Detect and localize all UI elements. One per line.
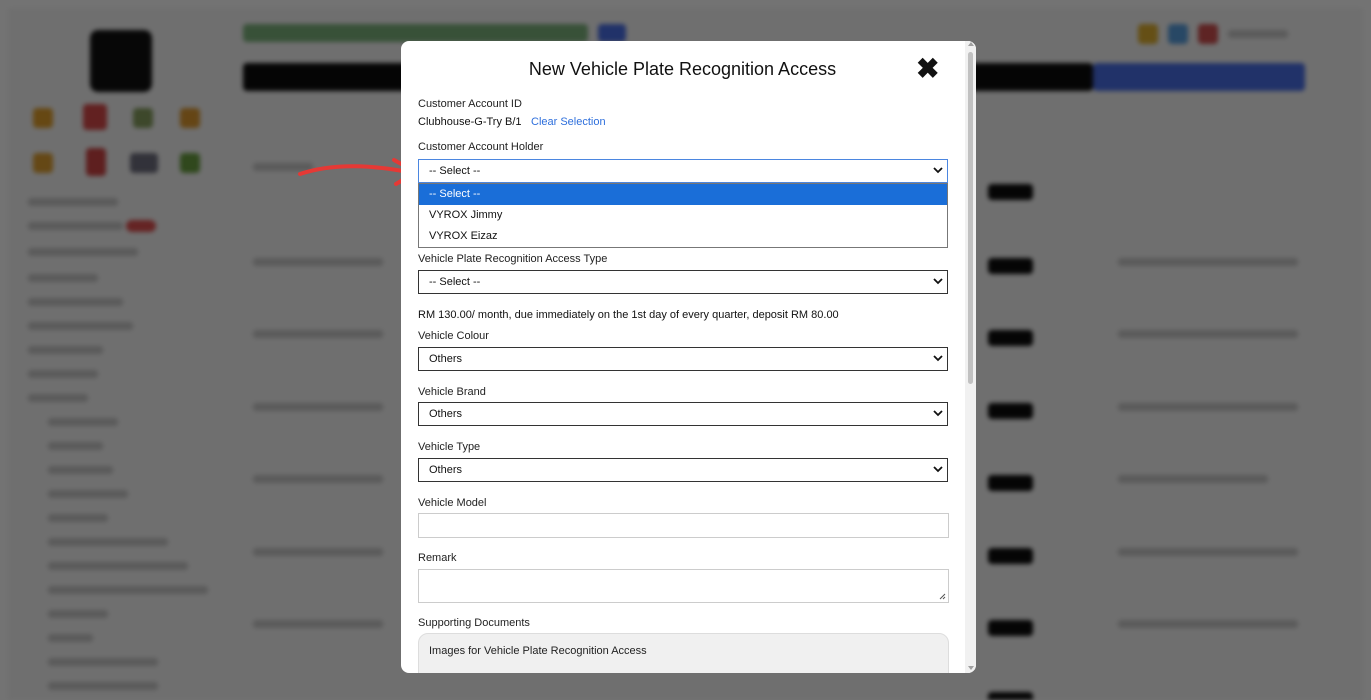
customer-account-id-label: Customer Account ID bbox=[418, 98, 522, 110]
access-type-selected: -- Select -- bbox=[429, 276, 481, 288]
vehicle-colour-select[interactable]: Others bbox=[418, 347, 948, 371]
customer-account-holder-dropdown: -- Select -- VYROX Jimmy VYROX Eizaz bbox=[418, 183, 948, 248]
chevron-down-icon bbox=[933, 167, 943, 174]
vehicle-model-label: Vehicle Model bbox=[418, 497, 487, 509]
vehicle-type-select[interactable]: Others bbox=[418, 458, 948, 482]
modal-body: New Vehicle Plate Recognition Access ✖ C… bbox=[401, 41, 964, 673]
modal-title: New Vehicle Plate Recognition Access bbox=[528, 59, 837, 79]
vehicle-type-selected: Others bbox=[429, 464, 463, 476]
scroll-up-icon[interactable] bbox=[968, 42, 974, 46]
pricing-note: RM 130.00/ month, due immediately on the… bbox=[418, 309, 839, 321]
dropdown-option[interactable]: -- Select -- bbox=[419, 184, 947, 205]
remark-label: Remark bbox=[418, 552, 457, 564]
close-icon[interactable]: ✖ bbox=[916, 55, 939, 83]
supporting-documents-caption: Images for Vehicle Plate Recognition Acc… bbox=[429, 645, 647, 657]
chevron-down-icon bbox=[933, 410, 943, 417]
vehicle-colour-selected: Others bbox=[429, 353, 463, 365]
access-type-label: Vehicle Plate Recognition Access Type bbox=[418, 253, 608, 265]
customer-account-holder-select[interactable]: -- Select -- bbox=[418, 159, 948, 183]
vehicle-brand-label: Vehicle Brand bbox=[418, 386, 486, 398]
clear-selection-link[interactable]: Clear Selection bbox=[531, 116, 606, 128]
dropdown-option[interactable]: VYROX Eizaz bbox=[419, 226, 947, 247]
chevron-down-icon bbox=[933, 278, 943, 285]
dropdown-option[interactable]: VYROX Jimmy bbox=[419, 205, 947, 226]
customer-account-holder-selected: -- Select -- bbox=[429, 165, 481, 177]
modal-scrollbar-thumb[interactable] bbox=[968, 52, 973, 384]
access-type-select[interactable]: -- Select -- bbox=[418, 270, 948, 294]
customer-account-holder-label: Customer Account Holder bbox=[418, 141, 544, 153]
chevron-down-icon bbox=[933, 355, 943, 362]
supporting-documents-label: Supporting Documents bbox=[418, 617, 530, 629]
customer-account-id-value: Clubhouse-G-Try B/1 bbox=[418, 116, 522, 128]
remark-textarea[interactable] bbox=[418, 569, 949, 603]
vehicle-brand-select[interactable]: Others bbox=[418, 402, 948, 426]
scroll-down-icon[interactable] bbox=[968, 666, 974, 670]
vehicle-brand-selected: Others bbox=[429, 408, 463, 420]
chevron-down-icon bbox=[933, 466, 943, 473]
supporting-documents-box[interactable]: Images for Vehicle Plate Recognition Acc… bbox=[418, 633, 949, 673]
vehicle-type-label: Vehicle Type bbox=[418, 441, 481, 453]
vehicle-colour-label: Vehicle Colour bbox=[418, 330, 489, 342]
resize-grip-icon[interactable] bbox=[939, 593, 946, 600]
vehicle-model-input[interactable] bbox=[418, 513, 949, 538]
new-access-modal: New Vehicle Plate Recognition Access ✖ C… bbox=[401, 41, 976, 673]
